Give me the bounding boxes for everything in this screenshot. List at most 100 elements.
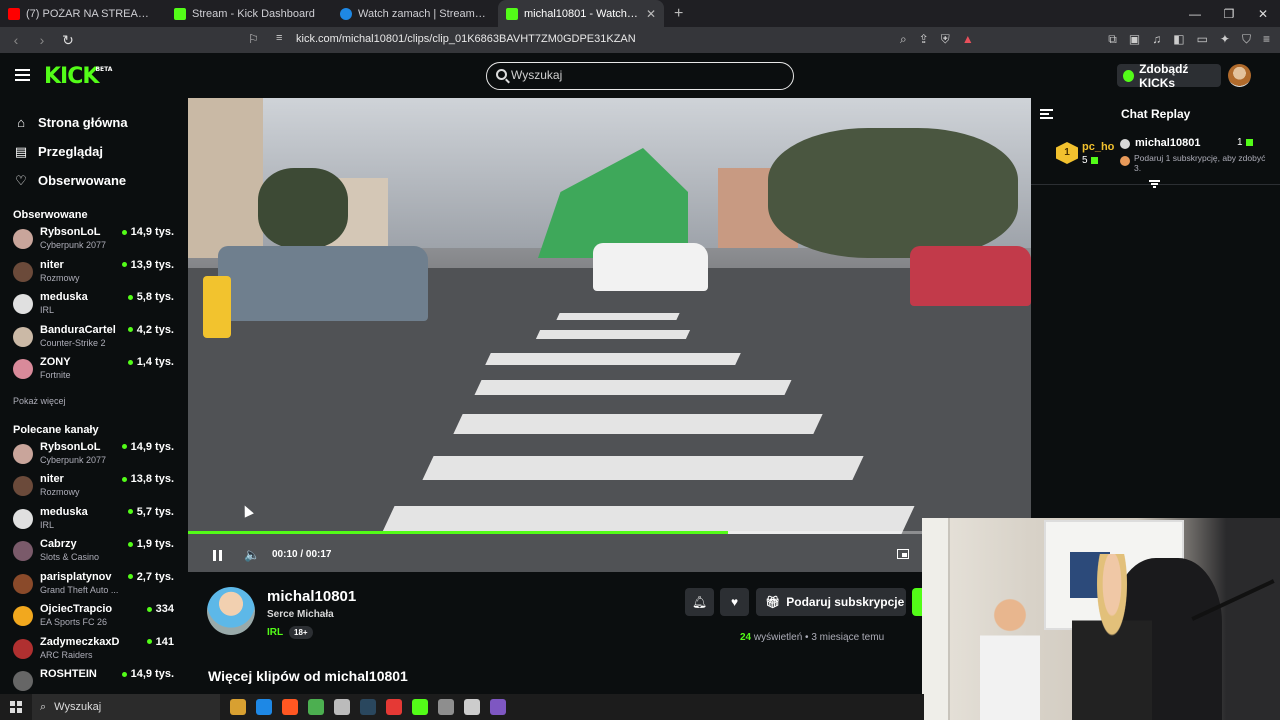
video-frame-tree [258,168,348,248]
windows-start-icon[interactable] [10,701,22,713]
category-link[interactable]: IRL [267,627,283,638]
bookmark-icon[interactable]: ⚐ [248,32,259,46]
browser-tab-active[interactable]: michal10801 - Watch clips on ✕ [498,0,664,27]
channel-item[interactable]: ZONY Fortnite 1,4 tys. [0,355,188,388]
taskbar-app-icon[interactable] [386,699,402,715]
recommended-section-title: Polecane kanały [13,423,99,436]
live-dot-icon [127,327,133,332]
views-info: 24 wyświetleń • 3 miesiące temu [740,632,884,643]
follow-heart-button[interactable]: ♥ [720,588,749,616]
pause-icon[interactable] [213,550,223,561]
menu-icon[interactable]: ≡ [1263,32,1270,47]
gifter-name[interactable]: pc_ho [1082,141,1114,153]
channel-item[interactable]: OjciecTrapcio EA Sports FC 26 334 [0,602,188,635]
zoom-icon[interactable]: ⌕ [900,32,907,47]
music-icon[interactable]: ♫ [1152,32,1161,47]
new-tab-button[interactable]: + [664,5,693,23]
taskbar-app-icon[interactable] [334,699,350,715]
get-kicks-button[interactable]: Zdobądź KICKs [1117,62,1221,90]
gift-note[interactable]: Podaruj 1 subskrypcję, aby zdobyć 3. [1134,153,1266,173]
taskbar-app-icon[interactable] [256,699,272,715]
close-tab-icon[interactable]: ✕ [646,7,656,21]
channel-avatar [13,443,33,464]
channel-item[interactable]: Cabrzy Slots & Casino 1,9 tys. [0,537,188,570]
channel-text: Cabrzy Slots & Casino [40,537,99,563]
browser-tab[interactable]: Watch zamach | Streamable [332,0,498,27]
youtube-favicon-icon [8,7,20,20]
search-input[interactable] [511,68,781,82]
browser-tab[interactable]: Stream - Kick Dashboard [166,0,332,27]
channel-item[interactable]: RybsonLoL Cyberpunk 2077 14,9 tys. [0,225,188,258]
notification-bell-button[interactable]: 🔔︎ [685,588,714,616]
video-player[interactable]: 🔈 00:10 / 00:17 [188,98,1031,572]
leo-icon[interactable]: ✦ [1220,32,1230,47]
collapse-chat-icon[interactable] [1040,109,1053,121]
taskbar-app-icon[interactable] [282,699,298,715]
live-dot-icon [121,671,127,677]
channel-avatar [13,573,33,594]
minimize-icon[interactable]: — [1178,7,1212,21]
nav-item-following[interactable]: ♡ Obserwowane [0,166,188,195]
channel-item[interactable]: parisplatynov Grand Theft Auto ... 2,7 tys… [0,570,188,603]
extensions-icon[interactable]: ⧉ [1108,32,1117,47]
brave-rewards-icon[interactable]: ▲ [962,32,974,47]
channel-text: ROSHTEIN [40,667,97,681]
nav-item-browse[interactable]: ▤ Przeglądaj [0,137,188,166]
taskbar-app-icon[interactable] [230,699,246,715]
brave-shield-icon[interactable]: ⛨ [941,32,950,47]
channel-category: ARC Raiders [40,649,93,660]
streamer-name[interactable]: michal10801 [267,588,356,605]
taskbar-app-icon[interactable] [308,699,324,715]
volume-icon[interactable]: 🔈 [244,547,260,563]
vpn-icon[interactable]: ⛉ [1242,32,1251,47]
restore-icon[interactable]: ❐ [1212,7,1246,21]
back-icon[interactable]: ‹ [8,32,24,48]
channel-item[interactable]: ROSHTEIN 14,9 tys. [0,667,188,694]
nav-item-home[interactable]: ⌂ Strona główna [0,108,188,137]
reader-icon[interactable]: ▣ [1129,32,1140,47]
taskbar-app-icon[interactable] [438,699,454,715]
taskbar-app-icon[interactable] [490,699,506,715]
channel-category: Grand Theft Auto ... [40,584,119,595]
channel-item[interactable]: RybsonLoL Cyberpunk 2077 14,9 tys. [0,440,188,473]
gift-subscription-button[interactable]: 🎁︎ Podaruj subskrypcje [756,588,906,616]
channel-item[interactable]: meduska IRL 5,8 tys. [0,290,188,323]
channel-item[interactable]: niter Rozmowy 13,9 tys. [0,258,188,291]
browse-icon: ▤ [14,143,28,159]
taskbar-app-icon[interactable] [360,699,376,715]
channel-avatar [13,261,33,282]
channel-text: RybsonLoL Cyberpunk 2077 [40,440,106,466]
expand-chevron-icon[interactable] [1149,180,1160,189]
channel-item[interactable]: ZadymeczkaxD ARC Raiders 141 [0,635,188,668]
share-icon[interactable]: ⇪ [919,32,929,47]
streamer-avatar[interactable] [207,587,255,635]
user-avatar[interactable] [1228,64,1251,87]
viewer-count: 5,8 tys. [127,291,174,303]
taskbar-app-icon[interactable] [412,699,428,715]
channel-item[interactable]: niter Rozmowy 13,8 tys. [0,472,188,505]
taskbar-search[interactable]: ⌕ Wyszukaj [32,694,220,720]
wallet-icon[interactable]: ▭ [1197,32,1208,47]
webcam-shelf [922,518,950,720]
close-window-icon[interactable]: ✕ [1246,7,1280,21]
address-bar-url[interactable]: kick.com/michal10801/clips/clip_01K6863B… [296,33,636,45]
live-dot-icon [146,606,152,612]
channel-avatar [13,638,33,659]
site-info-icon[interactable]: ≡ [276,32,282,44]
channel-item[interactable]: BanduraCartel Counter-Strike 2 4,2 tys. [0,323,188,356]
live-dot-icon [146,639,152,644]
viewer-count: 14,9 tys. [121,441,174,453]
browser-tab[interactable]: (7) POŻAR NA STREAMIE! KONIEC PA [0,0,166,27]
hamburger-menu-icon[interactable] [15,69,30,81]
taskbar-app-icon[interactable] [464,699,480,715]
streamable-favicon-icon [340,7,352,20]
picture-in-picture-icon[interactable] [897,549,909,559]
forward-icon[interactable]: › [34,32,50,48]
show-more-link[interactable]: Pokaż więcej [0,390,188,412]
reload-icon[interactable]: ↻ [60,32,76,49]
kick-logo[interactable]: KICK BETA [44,64,112,89]
viewer-count-value: 14,9 tys. [130,668,174,680]
viewer-count-value: 334 [155,603,174,615]
sidebar-toggle-icon[interactable]: ◧ [1173,32,1184,47]
channel-item[interactable]: meduska IRL 5,7 tys. [0,505,188,538]
